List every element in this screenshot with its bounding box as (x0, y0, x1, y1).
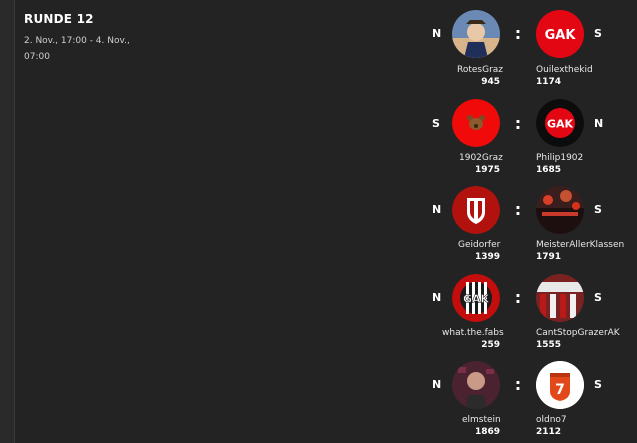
player-score: 1869 (474, 427, 500, 437)
logo-text: GAK (545, 28, 577, 43)
match-separator: : (514, 24, 522, 43)
player-score: 1685 (536, 165, 562, 175)
player-score: 1174 (536, 77, 562, 87)
number-seven-logo-icon[interactable]: 7 (536, 361, 584, 409)
player-score: 2112 (536, 427, 562, 437)
gak-logo-icon[interactable]: GAK (536, 99, 584, 147)
match-separator: : (514, 375, 522, 394)
logo-text: GAK (547, 118, 574, 131)
side-indicator: N (432, 203, 442, 216)
logo-text: 7 (555, 382, 565, 398)
player-name[interactable]: oldno7 (536, 415, 567, 425)
stadium-photo-avatar[interactable] (536, 186, 584, 234)
match-row[interactable]: N : GAK S RotesGraz 945 Ouilexthekid 117… (0, 0, 637, 88)
match-separator: : (514, 114, 522, 133)
person-photo-avatar[interactable] (452, 361, 500, 409)
side-indicator: S (594, 27, 602, 40)
player-name[interactable]: 1902Graz (459, 153, 503, 163)
player-score: 1791 (536, 252, 562, 262)
player-name[interactable]: Geidorfer (458, 240, 500, 250)
player-score: 1555 (536, 340, 562, 350)
match-row[interactable]: S : GAK N 1902Graz 1975 Philip1902 1685 (0, 88, 637, 176)
side-indicator: S (594, 378, 602, 391)
player-name[interactable]: RotesGraz (457, 65, 503, 75)
gak-logo-icon[interactable]: GAK (536, 10, 584, 58)
shield-logo-icon[interactable] (452, 186, 500, 234)
match-separator: : (514, 200, 522, 219)
photo-avatar[interactable] (452, 10, 500, 58)
match-separator: : (514, 288, 522, 307)
side-indicator: S (594, 203, 602, 216)
match-row[interactable]: N GAK : S what.the.fabs 259 CantStopGraz… (0, 264, 637, 352)
fans-photo-avatar[interactable] (536, 274, 584, 322)
match-row[interactable]: N : S Geidorfer 1399 MeisterAllerKlassen… (0, 176, 637, 264)
player-score: 945 (481, 77, 500, 87)
player-name[interactable]: MeisterAllerKlassen (536, 240, 624, 250)
side-indicator: N (432, 378, 442, 391)
player-name[interactable]: Ouilexthekid (536, 65, 593, 75)
player-score: 1399 (474, 252, 500, 262)
player-score: 1975 (474, 165, 500, 175)
player-name[interactable]: Philip1902 (536, 153, 583, 163)
player-score: 259 (481, 340, 500, 350)
logo-text: GAK (463, 293, 490, 306)
side-indicator: S (432, 117, 440, 130)
match-row[interactable]: N : 7 S elmstein 1869 oldno7 2112 (0, 352, 637, 440)
side-indicator: N (594, 117, 604, 130)
player-name[interactable]: CantStopGrazerAK (536, 328, 620, 338)
player-name[interactable]: what.the.fabs (442, 328, 504, 338)
gak-striped-logo-icon[interactable]: GAK (452, 274, 500, 322)
side-indicator: N (432, 291, 442, 304)
player-name[interactable]: elmstein (462, 415, 501, 425)
bear-logo-icon[interactable] (452, 99, 500, 147)
side-indicator: S (594, 291, 602, 304)
side-indicator: N (432, 27, 442, 40)
